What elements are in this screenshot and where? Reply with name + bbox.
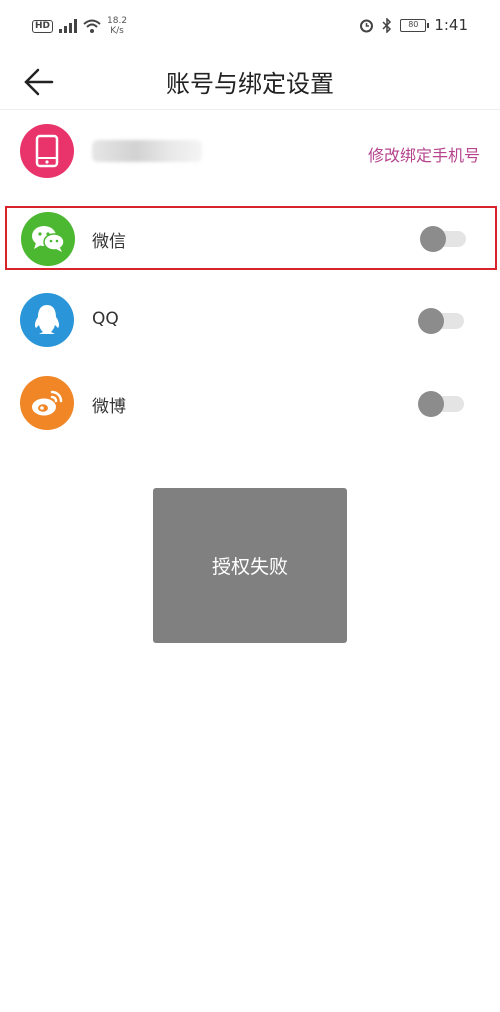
wechat-icon <box>32 226 65 252</box>
qq-avatar <box>20 293 74 347</box>
page-header: 账号与绑定设置 <box>0 56 500 110</box>
weibo-toggle[interactable] <box>418 391 464 417</box>
hd-badge: HD <box>32 19 54 33</box>
bluetooth-icon <box>382 17 392 33</box>
qq-label: QQ <box>92 309 119 329</box>
toggle-knob <box>420 226 446 252</box>
weibo-avatar <box>20 376 74 430</box>
wechat-binding-row[interactable]: 微信 <box>5 206 497 270</box>
wechat-toggle[interactable] <box>420 226 466 252</box>
qq-penguin-icon <box>34 305 60 334</box>
weibo-label: 微博 <box>92 397 126 417</box>
wechat-label: 微信 <box>92 232 126 252</box>
battery-icon: 80 <box>400 18 430 32</box>
qq-toggle[interactable] <box>418 308 464 334</box>
auth-failed-toast: 授权失败 <box>153 488 347 643</box>
phone-icon <box>35 134 59 168</box>
toast-message: 授权失败 <box>211 556 288 578</box>
status-bar-left: HD 18.2 K/s <box>32 16 127 36</box>
toggle-knob <box>418 308 444 334</box>
phone-binding-row: 修改绑定手机号 <box>0 118 500 200</box>
wechat-avatar <box>21 212 75 266</box>
network-speed: 18.2 K/s <box>107 16 127 36</box>
phone-avatar <box>20 124 74 178</box>
status-bar: HD 18.2 K/s 80 1:41 <box>0 0 500 56</box>
status-bar-right: 80 1:41 <box>359 16 468 34</box>
wifi-icon <box>83 19 101 33</box>
network-speed-unit: K/s <box>110 26 124 36</box>
edit-phone-link[interactable]: 修改绑定手机号 <box>368 142 480 166</box>
signal-icon <box>59 19 78 33</box>
toggle-knob <box>418 391 444 417</box>
page-title: 账号与绑定设置 <box>166 70 334 98</box>
network-speed-value: 18.2 <box>107 16 128 26</box>
weibo-binding-row[interactable]: 微博 <box>0 368 500 450</box>
status-time: 1:41 <box>434 16 468 34</box>
weibo-icon <box>32 390 63 416</box>
alarm-icon <box>360 19 374 32</box>
phone-number-blurred <box>92 140 202 162</box>
qq-binding-row[interactable]: QQ <box>0 285 500 367</box>
